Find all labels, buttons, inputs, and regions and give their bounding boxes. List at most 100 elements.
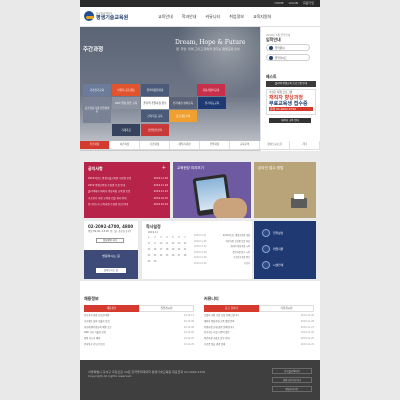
quick-jobs[interactable]: 취업지원 — [262, 245, 283, 253]
calendar-day[interactable]: 7 — [182, 235, 188, 240]
document-icon — [269, 45, 273, 50]
directions-button[interactable]: 찾아오시는 길 — [96, 268, 126, 273]
promo-phone: 문의 02-2092-4790 — [269, 106, 313, 111]
consult-icon — [262, 229, 270, 237]
tab-etc[interactable]: 기타 — [290, 141, 320, 149]
guide-button[interactable]: 입학가이드 — [266, 54, 310, 61]
hero-slogan-sub: 꿈, 희망, 미래 그리고 행복을 꿈꾸는 평생교육 안내 — [176, 47, 240, 51]
nav-item-dept[interactable]: 학과안내 — [182, 14, 197, 19]
course-tile[interactable]: 공조냉동기계·산업설비 등 — [83, 97, 111, 123]
course-tile[interactable]: 건축목공 교육 — [141, 110, 169, 122]
photo-panel-title: 교육현장 미리보기 — [177, 166, 204, 170]
calendar-day[interactable]: 28 — [182, 253, 188, 258]
quick-menu: 입학상담 취업지원 시설안내 — [254, 221, 316, 279]
course-tile[interactable]: 전기내선·설비교육 — [169, 97, 197, 109]
course-tile[interactable]: 자동차정비교육 — [197, 84, 225, 96]
sidebar-title: 입학안내 — [266, 37, 281, 42]
online-apply-panel[interactable]: 온라인 접수 방법 — [254, 162, 316, 218]
list-item[interactable]: 수료증 발급 관련 문의 2019.11.24 — [204, 342, 314, 348]
tab-qna[interactable]: 묻고 답하기 — [204, 305, 259, 312]
logo-title: 평생기술교육원 — [96, 14, 129, 21]
site-header: 한국폴리텍대학 평생기술교육원 교육안내 학과안내 커뮤니티 취업정보 교육지원… — [80, 7, 320, 27]
academic-calendar: 학사일정 2019.11 1 2 3 4 5 6 7 8 9 10 11 12 13 14 15 16 17 18… — [142, 221, 252, 279]
sidebar-edu-title: 베스트 — [266, 74, 277, 79]
quick-facility[interactable]: 시설안내 — [262, 261, 283, 269]
tab-night[interactable]: 야간과정 — [110, 141, 140, 149]
notice-title: 공지사항 — [88, 166, 103, 171]
calendar-events: 2019.11.01 2019학년도 평생교육원 개강 2019.11.06 야간과정… — [194, 233, 250, 266]
course-tile[interactable]: 산업안전관리 — [141, 124, 169, 136]
promo-line-3: 무료교육생 접수중 — [269, 100, 308, 107]
join-link[interactable]: 회원가입 — [303, 1, 314, 5]
building-icon — [262, 261, 270, 269]
tab-inquiry[interactable]: 교육문의 — [230, 141, 260, 149]
tab-org[interactable]: 기관과정 — [140, 141, 170, 149]
job-icon — [262, 245, 270, 253]
promo-banner[interactable]: 수강료 지원 프로그램 재직자 향상과정 무료교육생 접수중 문의 02-209… — [266, 89, 316, 115]
hero-slogan: Dream, Hope & Future — [175, 39, 246, 46]
site-footer: 서울특별시 강서구 우장산로 10길 한국폴리텍대학 평생기술교육원 대표전화 … — [80, 360, 320, 400]
website: HOME LOGIN 회원가입 한국폴리텍대학 평생기술교육원 교육안내 학과안… — [80, 0, 320, 400]
tab-job-board[interactable]: 취업게시판 — [139, 305, 194, 312]
nav-item-edu[interactable]: 교육안내 — [158, 14, 173, 19]
calendar-day[interactable]: 21 — [182, 247, 188, 252]
calendar-day[interactable]: 30 — [152, 259, 158, 264]
page: HOME LOGIN 회원가입 한국폴리텍대학 평생기술교육원 교육안내 학과안… — [0, 0, 400, 400]
online-apply-title: 온라인 접수 방법 — [258, 166, 284, 170]
logo-emblem-icon — [84, 11, 94, 21]
course-tile[interactable]: 보일러·공조냉동 — [112, 84, 140, 96]
jobs-panel: 채용정보 채용정보 취업게시판 전기공사 현장 보조원 채용 19.12.13 공조… — [84, 296, 194, 346]
notice-item[interactable]: 전기기능사 교육과정 수강생 모집 안내 2019.10.22 — [88, 202, 168, 209]
course-tile[interactable]: 기초전기교육 — [83, 84, 111, 96]
tab-directions[interactable]: 찾아오시는길 — [260, 141, 290, 149]
community-panel: 커뮤니티 묻고 답하기 자유게시판 보일러 과정 수강 신청 문의드립니다 201… — [204, 296, 314, 346]
course-tile[interactable]: 전기기능교육 — [198, 97, 226, 109]
visit-text: 방문하시는 길 — [102, 254, 120, 258]
calendar-day[interactable]: 14 — [182, 241, 188, 246]
nav-item-support[interactable]: 교육지원처 — [253, 14, 271, 19]
right-sidebar: 2019년 5월 입학안내 입학안내 입학원서 입학가이드 베스트 폴리텍 평생… — [260, 27, 320, 151]
application-button-label: 입학원서 — [275, 46, 285, 50]
tab-jobs[interactable]: 채용정보 — [84, 305, 139, 312]
tab-worker[interactable]: 재직자과정 — [170, 141, 200, 149]
home-link[interactable]: HOME — [274, 1, 283, 5]
tab-free-board[interactable]: 자유게시판 — [259, 305, 314, 312]
consult-button[interactable]: 상담예약 하기 — [96, 238, 124, 243]
footer-button[interactable]: 관련기관 바로가기 — [272, 377, 312, 383]
course-tile[interactable]: 폴리텍용접과정 — [141, 84, 169, 96]
nav-item-community[interactable]: 커뮤니티 — [205, 14, 220, 19]
calendar-title: 학사일정 — [146, 224, 161, 229]
login-link[interactable]: LOGIN — [289, 1, 298, 5]
footer-button[interactable]: 한국폴리텍대학 — [272, 368, 312, 374]
visit-box: 방문하시는 길 찾아오시는 길 — [84, 250, 138, 279]
top-utility-bar: HOME LOGIN 회원가입 — [80, 0, 320, 7]
list-item[interactable]: 건축목공 기능인 모집 19.11.29 — [84, 342, 194, 348]
site-logo[interactable]: 한국폴리텍대학 평생기술교육원 — [84, 11, 128, 21]
photo-panel[interactable]: 교육현장 미리보기 — [173, 162, 251, 218]
jobs-title: 채용정보 — [84, 296, 99, 301]
tab-weekend[interactable]: 주말과정 — [200, 141, 230, 149]
hero-banner: 주간과정 Dream, Hope & Future 꿈, 희망, 미래 그리고 … — [80, 27, 260, 151]
notice-more-icon[interactable]: + — [162, 165, 166, 171]
contact-phone: 02-2092-4700, 4800 — [88, 224, 134, 229]
course-tile[interactable]: CNC 밀링·선반 교육 — [112, 97, 140, 109]
printer-icon — [291, 194, 307, 208]
community-title: 커뮤니티 — [204, 296, 219, 301]
hero-title: 주간과정 — [83, 47, 104, 53]
worker-edu-button[interactable]: 재직자 교육 안내 — [269, 118, 311, 123]
calendar-event[interactable]: 2019.11.30 수료식 — [194, 261, 250, 267]
sidebar-edu-bar[interactable]: 폴리텍 평생교육 프로그램 안내 — [266, 81, 316, 87]
guide-button-label: 입학가이드 — [275, 56, 287, 60]
nav-item-jobs[interactable]: 취업정보 — [229, 14, 244, 19]
calendar-month: 2019.11 — [148, 231, 158, 234]
tab-day[interactable]: 주간과정 — [80, 141, 110, 149]
quick-consult[interactable]: 입학상담 — [262, 229, 283, 237]
course-tile[interactable]: 기계가공 — [112, 124, 140, 136]
application-button[interactable]: 입학원서 — [266, 44, 310, 51]
course-tile[interactable]: 공조냉동기계 — [169, 110, 197, 122]
notice-panel: 공지사항 + 2019학년도 평생기술교육원 수강생 모집 2019.11.18 … — [84, 162, 170, 218]
guide-icon — [269, 55, 273, 60]
course-tile[interactable]: 폴리텍 주말과정 접수 — [141, 97, 169, 109]
footer-address: 서울특별시 강서구 우장산로 10길 한국폴리텍대학 평생기술교육원 대표전화 … — [88, 370, 206, 378]
footer-button[interactable]: 패밀리사이트 — [272, 386, 312, 392]
